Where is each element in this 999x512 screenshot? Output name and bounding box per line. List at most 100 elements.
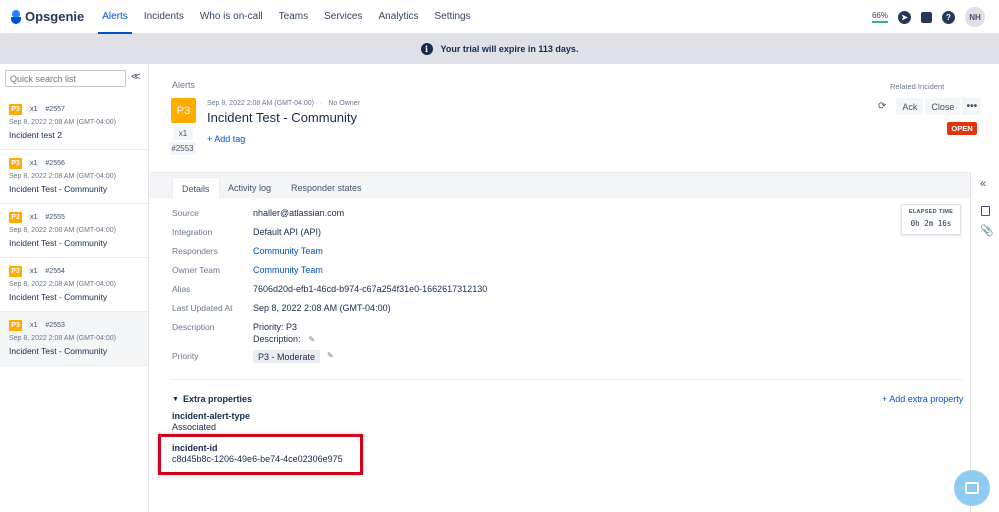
elapsed-time-value: 0h 2m 16s [910, 219, 952, 228]
opsgenie-logo[interactable]: Opsgenie [11, 9, 84, 24]
last-updated-value: Sep 8, 2022 2:08 AM (GMT-04:00) [253, 303, 391, 313]
related-incident-label[interactable]: Related Incident [890, 82, 970, 91]
extra-property-value: Associated [172, 422, 217, 432]
owner-team-link[interactable]: Community Team [253, 265, 323, 275]
annotation-highlight-box [158, 434, 363, 475]
add-extra-property-link[interactable]: + Add extra property [882, 394, 963, 404]
nav-who-is-on-call[interactable]: Who is on-call [192, 0, 271, 34]
ack-button[interactable]: Ack [896, 98, 924, 115]
document-icon[interactable] [981, 206, 990, 216]
priority-badge: P3 [9, 103, 22, 115]
pencil-icon[interactable]: ✎ [327, 351, 334, 360]
alert-actions: ⟳ Ack Close ••• [878, 98, 982, 115]
paperclip-icon[interactable]: 📎 [980, 224, 994, 237]
alias-label: Alias [172, 284, 191, 294]
logo-text: Opsgenie [25, 9, 85, 24]
alert-list-sidebar: << P3 x1 #2557 Sep 8, 2022 2:08 AM (GMT-04… [0, 64, 149, 512]
description-line-2-text: Description: [253, 334, 301, 344]
nav-alerts[interactable]: Alerts [94, 0, 136, 34]
owner-team-label: Owner Team [172, 265, 221, 275]
add-tag-link[interactable]: + Add tag [207, 134, 245, 144]
setup-progress[interactable]: 66% [871, 11, 888, 23]
priority-label: Priority [172, 351, 199, 361]
description-line-2: Description: ✎ [253, 334, 315, 344]
count-badge: x1 [28, 321, 40, 329]
source-label: Source [172, 208, 199, 218]
help-icon[interactable]: ? [942, 10, 955, 24]
source-value: nhaller@atlassian.com [253, 208, 345, 218]
count-badge: x1 [28, 105, 40, 113]
opsgenie-logo-icon [11, 9, 21, 24]
priority-badge: P3 [9, 157, 22, 169]
owner-label[interactable]: No Owner [328, 100, 360, 107]
integration-value: Default API (API) [253, 227, 322, 237]
alert-date: Sep 8, 2022 2:08 AM (GMT-04:00) [9, 227, 117, 234]
nav-analytics[interactable]: Analytics [370, 0, 426, 34]
priority-value: P3 - Moderate [253, 350, 321, 363]
close-button[interactable]: Close [925, 98, 961, 115]
tab-responder-states[interactable]: Responder states [282, 177, 371, 199]
alert-meta: Sep 8, 2022 2:08 AM (GMT-04:00) · No Own… [207, 100, 360, 107]
tab-details[interactable]: Details [172, 177, 220, 199]
list-item[interactable]: P3 x1 #2555 Sep 8, 2022 2:08 AM (GMT-04:00… [0, 204, 148, 258]
nav-teams[interactable]: Teams [271, 0, 316, 34]
collapse-icon[interactable]: << [131, 71, 141, 83]
list-item[interactable]: P3 x1 #2556 Sep 8, 2022 2:08 AM (GMT-04:00… [0, 150, 148, 204]
top-navigation: Opsgenie Alerts Incidents Who is on-call… [0, 0, 999, 34]
alert-title: Incident Test - Community [9, 184, 108, 194]
avatar[interactable]: NH [965, 7, 985, 27]
list-item[interactable]: P3 x1 #2557 Sep 8, 2022 2:08 AM (GMT-04:00… [0, 96, 148, 150]
refresh-icon[interactable]: ⟳ [878, 101, 886, 112]
count-badge: x1 [28, 267, 40, 275]
page-title: Incident Test - Community [207, 110, 358, 125]
breadcrumb[interactable]: Alerts [172, 80, 195, 90]
count-badge: x1 [28, 159, 40, 167]
expand-panel-icon[interactable]: « [980, 178, 986, 190]
priority-badge: P3 [9, 319, 22, 331]
count-badge: x1 [28, 213, 40, 221]
status-badge: OPEN [947, 122, 977, 135]
alert-number: #2557 [45, 105, 65, 113]
alert-date: Sep 8, 2022 2:08 AM (GMT-04:00) [9, 173, 117, 180]
nav-right-tools: 66% ➤ ? NH [871, 0, 985, 34]
meta-separator: · [320, 100, 323, 107]
alert-date: Sep 8, 2022 2:08 AM (GMT-04:00) [9, 335, 117, 342]
responders-label: Responders [172, 246, 218, 256]
chat-icon[interactable] [954, 470, 990, 506]
nav-settings[interactable]: Settings [426, 0, 478, 34]
description-label: Description [172, 322, 215, 332]
search-input[interactable] [5, 70, 126, 87]
integration-label: Integration [172, 227, 213, 237]
priority-badge: P3 [9, 211, 22, 223]
priority-badge-large: P3 [171, 98, 196, 123]
alert-number: #2556 [45, 159, 65, 167]
extra-properties-toggle[interactable]: ▼ Extra properties [172, 394, 252, 404]
more-actions-button[interactable]: ••• [962, 98, 982, 115]
nav-incidents[interactable]: Incidents [136, 0, 192, 34]
chevron-down-icon: ▼ [172, 395, 179, 403]
alert-number: #2554 [45, 267, 65, 275]
alias-value: 7606d20d-efb1-46cd-b974-c67a254f31e0-166… [253, 284, 488, 294]
alert-title: Incident Test - Community [9, 238, 108, 248]
book-icon[interactable] [921, 11, 932, 23]
priority-badge: P3 [9, 265, 22, 277]
responders-link[interactable]: Community Team [253, 246, 323, 256]
nav-services[interactable]: Services [316, 0, 370, 34]
pencil-icon[interactable]: ✎ [309, 335, 316, 344]
trial-banner-text: Your trial will expire in 113 days. [440, 44, 579, 54]
elapsed-time-widget: ELAPSED TIME 0h 2m 16s [901, 204, 961, 235]
tab-activity-log[interactable]: Activity log [219, 177, 280, 199]
alert-date: Sep 8, 2022 2:08 AM (GMT-04:00) [9, 281, 117, 288]
list-item-selected[interactable]: P3 x1 #2553 Sep 8, 2022 2:08 AM (GMT-04:00… [0, 312, 148, 366]
alert-id-badge: #2553 [169, 142, 196, 155]
compass-icon[interactable]: ➤ [898, 10, 911, 24]
extra-properties-heading: Extra properties [182, 394, 252, 404]
list-item[interactable]: P3 x1 #2554 Sep 8, 2022 2:08 AM (GMT-04:00… [0, 258, 148, 312]
count-badge: x1 [173, 127, 193, 140]
info-icon: i [420, 43, 433, 55]
extra-property-key: incident-alert-type [172, 411, 251, 421]
trial-banner: i Your trial will expire in 113 days. [0, 34, 999, 64]
description-line-1: Priority: P3 [253, 322, 298, 332]
alert-title: Incident Test - Community [9, 292, 108, 302]
elapsed-time-label: ELAPSED TIME [908, 209, 954, 215]
